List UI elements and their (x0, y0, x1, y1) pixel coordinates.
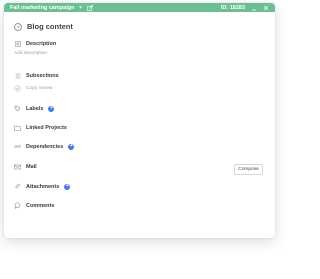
mail-label: Mail (26, 163, 37, 170)
description-label: Description (26, 40, 57, 47)
comments-section: Comments (14, 202, 54, 209)
chevron-down-icon (78, 5, 83, 10)
minimize-icon[interactable] (251, 5, 257, 11)
dependency-icon (14, 143, 21, 150)
task-title[interactable]: Blog content (27, 22, 73, 31)
paperclip-icon (14, 183, 21, 190)
dependencies-section: Dependencies + (14, 143, 75, 150)
subsections-section: Subsections (14, 72, 59, 79)
labels-label: Labels (26, 105, 44, 112)
description-icon (14, 40, 21, 47)
mail-icon (14, 163, 21, 170)
tag-icon (14, 105, 21, 112)
task-title-row: Blog content (14, 22, 73, 31)
project-selector[interactable]: Fall marketing campaign (10, 5, 83, 11)
attachments-label: Attachments (26, 183, 60, 190)
folder-icon (14, 124, 21, 131)
header-bar: Fall marketing campaign ID: 18283 (4, 3, 275, 12)
compose-button[interactable]: Compose (234, 164, 263, 175)
linked-projects-label: Linked Projects (26, 124, 67, 131)
project-name: Fall marketing campaign (10, 4, 75, 11)
subsections-label: Subsections (26, 72, 59, 79)
attachments-section: Attachments + (14, 183, 71, 190)
subsection-item[interactable]: Copy review (14, 85, 52, 92)
subsections-icon (14, 72, 21, 79)
plus-icon[interactable]: + (48, 105, 55, 112)
task-panel: Fall marketing campaign ID: 18283 Blog c… (4, 3, 275, 238)
comment-icon (14, 202, 21, 209)
linked-projects-section: Linked Projects (14, 124, 67, 131)
description-section: Description (14, 40, 56, 47)
check-icon[interactable] (14, 22, 22, 31)
comments-label: Comments (26, 202, 55, 209)
labels-section: Labels + (14, 105, 55, 112)
description-field[interactable]: Add description (14, 51, 47, 56)
mail-section: Mail (14, 163, 37, 170)
check-icon[interactable] (14, 85, 21, 92)
plus-icon[interactable]: + (64, 183, 71, 190)
edit-icon[interactable] (86, 4, 93, 11)
subsection-item-label: Copy review (26, 86, 53, 91)
dependencies-label: Dependencies (26, 143, 64, 150)
close-icon[interactable] (263, 5, 269, 11)
task-id: ID: 18283 (220, 4, 245, 11)
plus-icon[interactable]: + (68, 143, 75, 150)
